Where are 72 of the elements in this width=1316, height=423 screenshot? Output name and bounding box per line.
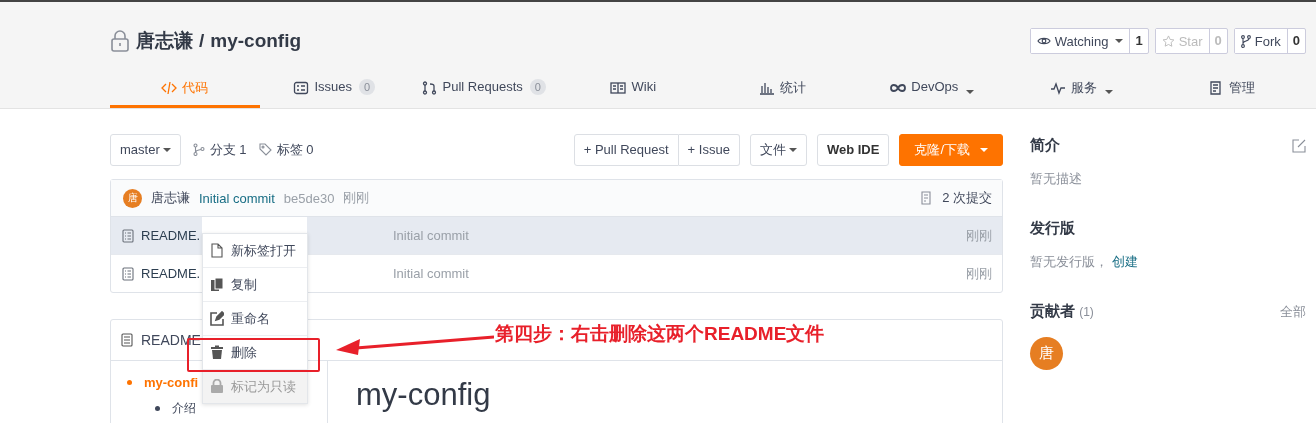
tags-link[interactable]: 标签 0: [258, 140, 314, 159]
nav-tab[interactable]: Wiki: [558, 78, 708, 108]
repo-owner[interactable]: 唐志谦: [136, 28, 193, 54]
file-name-cell[interactable]: README.: [111, 217, 202, 254]
section-title: 贡献者: [1030, 302, 1075, 319]
annotation-text: 第四步：右击删除这两个README文件: [495, 322, 825, 346]
repo-name[interactable]: my-config: [210, 30, 302, 52]
branches-link[interactable]: 分支 1: [192, 140, 247, 159]
toc-link[interactable]: 介绍: [172, 400, 196, 417]
file-time: 刚刚: [966, 264, 992, 283]
commit-count[interactable]: 2 次提交: [942, 189, 992, 207]
section-title: 发行版: [1030, 219, 1075, 238]
commit-message[interactable]: Initial commit: [199, 190, 275, 206]
edit-icon: [210, 311, 224, 326]
menu-item[interactable]: 重命名: [203, 302, 307, 336]
branch-icon: [192, 143, 205, 156]
star-icon: [1161, 34, 1175, 48]
document-icon: [121, 333, 133, 347]
web-ide-button[interactable]: Web IDE: [816, 133, 890, 166]
fork-button[interactable]: Fork: [1234, 29, 1288, 53]
manage-icon: [1207, 81, 1224, 95]
commits-icon: [921, 191, 934, 205]
file-name[interactable]: README.: [141, 266, 201, 281]
nav-tab[interactable]: 服务: [1007, 78, 1157, 108]
tag-icon: [258, 143, 272, 156]
nav-tab[interactable]: Issues 0: [259, 78, 409, 108]
watch-count: 1: [1134, 32, 1144, 50]
fork-count: 0: [1291, 32, 1301, 50]
branch-select[interactable]: master: [110, 133, 181, 166]
all-contributors-link[interactable]: 全部: [1280, 302, 1306, 321]
lock-icon: [110, 30, 130, 52]
watch-button[interactable]: Watching: [1030, 29, 1131, 53]
menu-item[interactable]: 删除: [203, 336, 307, 370]
pr-icon: [421, 81, 438, 95]
file-icon: [122, 266, 134, 281]
menu-item[interactable]: 复制: [203, 268, 307, 302]
wiki-icon: [610, 81, 627, 95]
create-release-link[interactable]: 创建: [1111, 254, 1138, 269]
trash-icon: [210, 345, 224, 360]
service-icon: [1050, 81, 1067, 95]
devops-icon: [890, 81, 907, 95]
file-menu-button[interactable]: 文件: [749, 133, 807, 166]
menu-item[interactable]: 新标签打开: [203, 234, 307, 268]
nav-tab[interactable]: DevOps: [857, 78, 1007, 108]
section-title: 简介: [1030, 136, 1060, 155]
commit-author[interactable]: 唐志谦: [151, 189, 190, 207]
new-issue-button[interactable]: + Issue: [678, 133, 740, 166]
file-name-cell[interactable]: README.: [111, 255, 202, 292]
nav-tab[interactable]: Pull Requests 0: [409, 78, 559, 108]
readme-heading: my-config: [356, 377, 491, 413]
file-icon: [122, 228, 134, 243]
contributor-count: (1): [1079, 305, 1094, 319]
fork-icon: [1240, 34, 1251, 48]
file-name[interactable]: README.: [141, 228, 201, 243]
code-icon: [161, 81, 178, 95]
commit-time: 刚刚: [343, 189, 370, 207]
author-avatar: 唐: [123, 188, 142, 208]
page-icon: [210, 243, 224, 258]
nav-tab[interactable]: 管理: [1156, 78, 1306, 108]
lock-icon: [210, 379, 224, 394]
edit-icon[interactable]: [1292, 138, 1306, 153]
copy-icon: [210, 277, 224, 292]
nav-tab[interactable]: 统计: [708, 78, 858, 108]
releases-text: 暂无发行版，: [1030, 254, 1108, 269]
about-text: 暂无描述: [1030, 170, 1083, 188]
star-count: 0: [1213, 32, 1223, 50]
path-separator: /: [199, 30, 205, 52]
issues-icon: [293, 81, 310, 95]
eye-icon: [1036, 36, 1051, 46]
file-time: 刚刚: [966, 226, 992, 245]
stats-icon: [759, 81, 776, 95]
new-pull-request-button[interactable]: + Pull Request: [573, 133, 679, 166]
